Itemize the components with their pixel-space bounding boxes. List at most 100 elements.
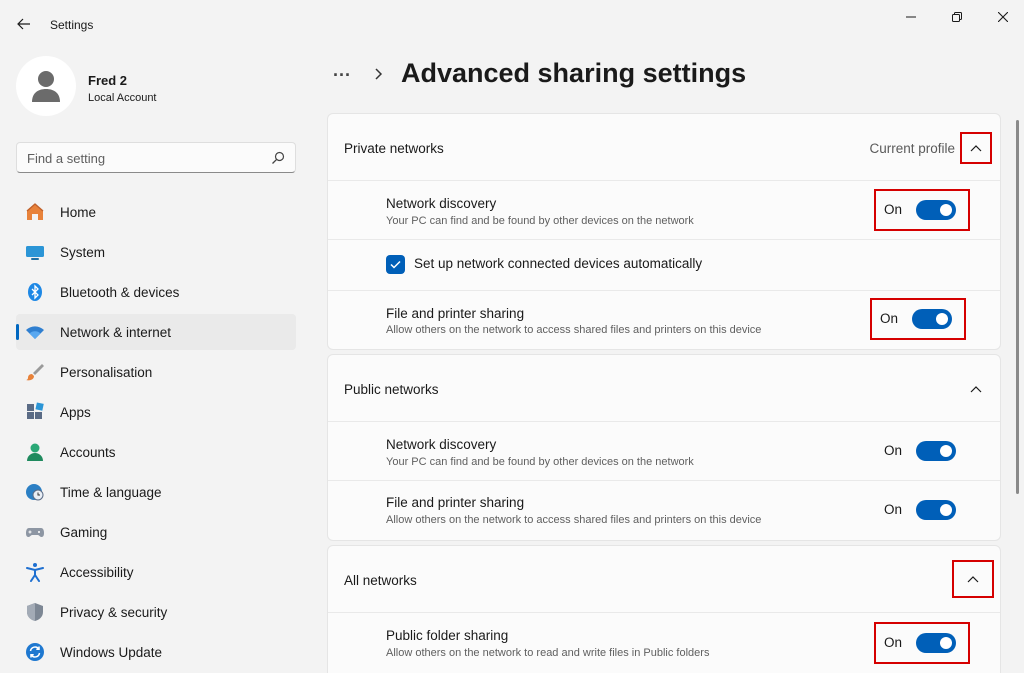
toggle-switch[interactable] — [916, 441, 956, 461]
sidebar-item-label: Privacy & security — [60, 605, 168, 620]
private-network-discovery-toggle[interactable]: On — [874, 189, 970, 231]
close-button[interactable] — [980, 6, 1024, 28]
search-icon — [272, 151, 285, 164]
clock-globe-icon — [25, 482, 45, 502]
sidebar-item-label: Time & language — [60, 485, 162, 500]
toggle-switch[interactable] — [912, 309, 952, 329]
sidebar-item-label: Windows Update — [60, 645, 163, 660]
toggle-knob — [940, 445, 952, 457]
public-networks-header[interactable]: Public networks — [328, 355, 1000, 422]
sidebar-item-privacy-security[interactable]: Privacy & security — [16, 594, 296, 630]
sidebar-item-label: Home — [60, 205, 97, 220]
setting-description: Allow others on the network to access sh… — [386, 514, 762, 526]
restore-button[interactable] — [934, 6, 980, 28]
chevron-up-icon — [970, 386, 982, 393]
collapse-all-button[interactable] — [952, 560, 994, 598]
sidebar-item-system[interactable]: System — [16, 234, 296, 270]
auto-setup-label[interactable]: Set up network connected devices automat… — [414, 256, 702, 271]
setting-title: Network discovery — [386, 437, 497, 452]
user-profile[interactable]: Fred 2 Local Account — [16, 56, 296, 118]
accounts-icon — [25, 442, 45, 462]
sidebar-item-gaming[interactable]: Gaming — [16, 514, 296, 550]
collapse-public-button[interactable] — [962, 375, 990, 403]
toggle-state: On — [884, 502, 903, 517]
toggle-state: On — [884, 443, 903, 458]
collapse-private-button[interactable] — [960, 132, 992, 164]
setting-title: Network discovery — [386, 196, 497, 211]
checkmark-icon — [390, 260, 401, 269]
sidebar-item-label: Network & internet — [60, 325, 172, 340]
back-arrow-icon — [17, 18, 30, 30]
user-name: Fred 2 — [88, 73, 128, 88]
private-networks-card: Private networks Current profile Network… — [327, 113, 1001, 350]
sidebar-item-label: Accounts — [60, 445, 116, 460]
all-networks-header[interactable]: All networks — [328, 546, 1000, 613]
sidebar-item-accessibility[interactable]: Accessibility — [16, 554, 296, 590]
private-networks-header[interactable]: Private networks Current profile — [328, 114, 1000, 181]
section-title: All networks — [344, 573, 417, 588]
chevron-up-icon — [970, 145, 982, 152]
sidebar-item-network[interactable]: Network & internet — [16, 314, 296, 350]
close-icon — [998, 12, 1008, 22]
sidebar-item-home[interactable]: Home — [16, 194, 296, 230]
public-file-printer-sharing-toggle[interactable]: On — [876, 491, 968, 529]
shield-icon — [25, 602, 45, 622]
breadcrumb: ... Advanced sharing settings — [328, 58, 928, 94]
scrollbar[interactable] — [1016, 120, 1019, 494]
section-title: Public networks — [344, 382, 439, 397]
title-bar: Settings — [0, 0, 1024, 48]
sidebar-item-label: Accessibility — [60, 565, 134, 580]
setting-description: Allow others on the network to access sh… — [386, 324, 762, 336]
update-icon — [25, 642, 45, 662]
setting-description: Your PC can find and be found by other d… — [386, 215, 694, 227]
toggle-knob — [936, 313, 948, 325]
sidebar-item-apps[interactable]: Apps — [16, 394, 296, 430]
sidebar-item-time-language[interactable]: Time & language — [16, 474, 296, 510]
toggle-state: On — [884, 635, 903, 650]
public-network-discovery-row: Network discovery Your PC can find and b… — [328, 422, 1000, 481]
section-title: Private networks — [344, 141, 444, 156]
setting-description: Allow others on the network to read and … — [386, 647, 710, 659]
public-networks-card: Public networks Network discovery Your P… — [327, 354, 1001, 541]
toggle-switch[interactable] — [916, 500, 956, 520]
toggle-knob — [940, 637, 952, 649]
sidebar-item-label: Personalisation — [60, 365, 153, 380]
search-input[interactable] — [27, 149, 257, 167]
brush-icon — [25, 362, 45, 382]
toggle-switch[interactable] — [916, 200, 956, 220]
private-file-printer-sharing-toggle[interactable]: On — [870, 298, 966, 340]
public-folder-sharing-toggle[interactable]: On — [874, 622, 970, 664]
search-box[interactable] — [16, 142, 296, 173]
page-title: Advanced sharing settings — [401, 58, 747, 88]
system-icon — [25, 242, 45, 262]
private-network-discovery-row: Network discovery Your PC can find and b… — [328, 181, 1000, 240]
gamepad-icon — [25, 522, 45, 542]
account-type: Local Account — [88, 92, 157, 104]
setting-title: File and printer sharing — [386, 495, 525, 510]
current-profile-label: Current profile — [869, 141, 955, 156]
sidebar-nav: Home System Bluetooth & devices Network … — [16, 194, 296, 673]
auto-setup-checkbox[interactable] — [386, 255, 405, 274]
sidebar-item-windows-update[interactable]: Windows Update — [16, 634, 296, 670]
public-network-discovery-toggle[interactable]: On — [876, 432, 968, 470]
back-button[interactable] — [10, 12, 38, 36]
minimize-button[interactable] — [888, 6, 934, 28]
sidebar-item-label: Apps — [60, 405, 91, 420]
user-avatar-icon — [32, 71, 60, 102]
toggle-state: On — [880, 311, 899, 326]
sidebar-item-label: Bluetooth & devices — [60, 285, 180, 300]
avatar — [16, 56, 76, 116]
toggle-switch[interactable] — [916, 633, 956, 653]
sidebar-item-bluetooth[interactable]: Bluetooth & devices — [16, 274, 296, 310]
restore-icon — [952, 12, 962, 22]
public-folder-sharing-row: Public folder sharing Allow others on th… — [328, 613, 1000, 673]
sidebar-item-personalisation[interactable]: Personalisation — [16, 354, 296, 390]
sidebar-item-label: System — [60, 245, 106, 260]
breadcrumb-more-button[interactable]: ... — [328, 61, 356, 86]
setting-title: Public folder sharing — [386, 628, 509, 643]
chevron-up-icon — [967, 576, 979, 583]
public-file-printer-sharing-row: File and printer sharing Allow others on… — [328, 481, 1000, 540]
accessibility-icon — [25, 562, 45, 582]
sidebar-item-accounts[interactable]: Accounts — [16, 434, 296, 470]
chevron-right-icon — [375, 68, 383, 80]
